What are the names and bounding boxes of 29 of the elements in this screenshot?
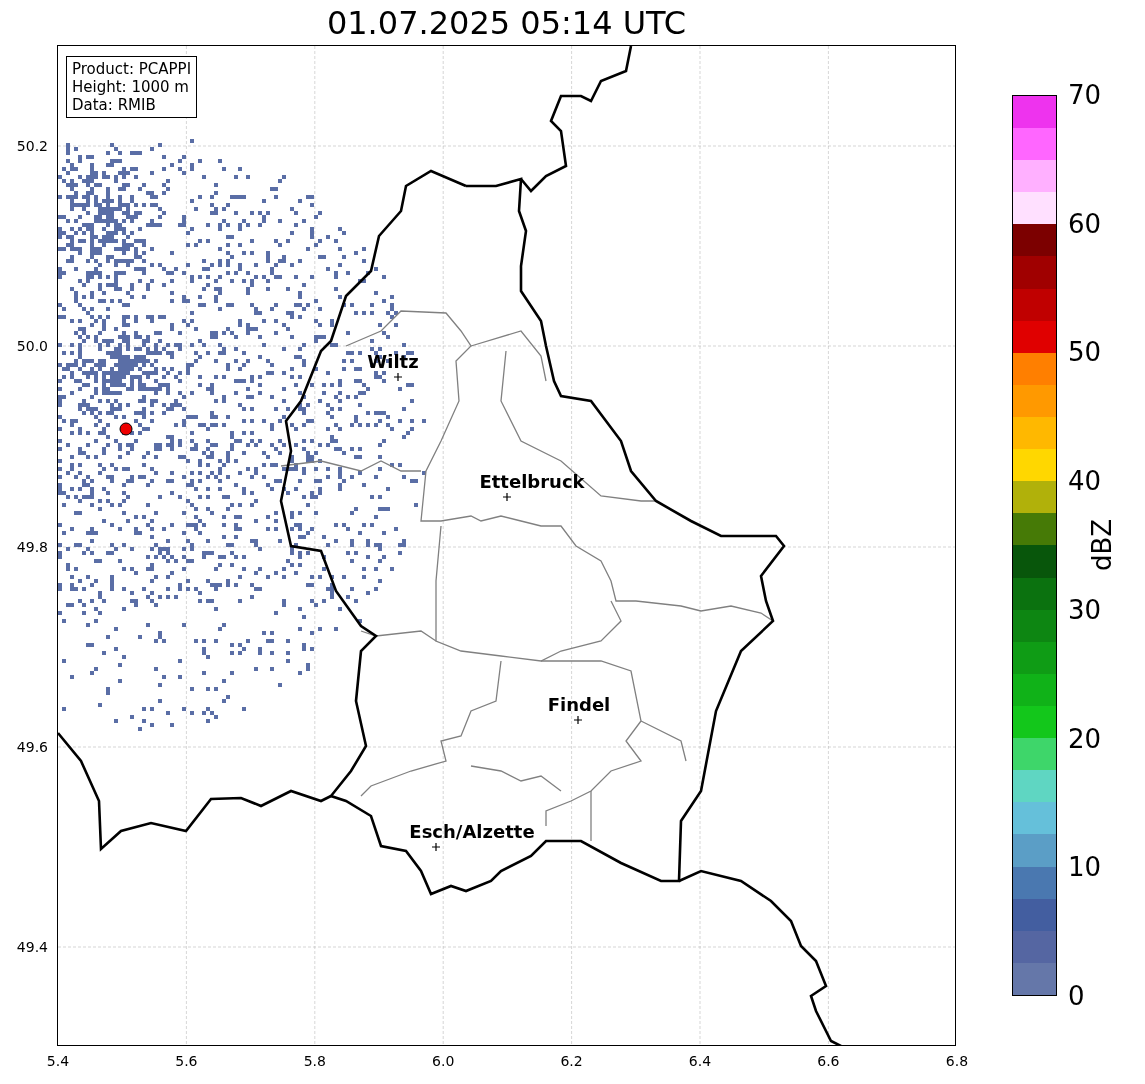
colorbar-tick-label: 60 (1068, 210, 1102, 237)
colorbar-tick-label: 70 (1068, 82, 1102, 108)
x-tick-label: 5.6 (175, 1053, 198, 1069)
y-tick-label: 50.0 (16, 338, 48, 354)
colorbar-label: dBZ (1087, 518, 1117, 572)
x-tick-label: 6.0 (432, 1053, 455, 1069)
colorbar-tick-label: 20 (1068, 725, 1102, 752)
x-tick-label: 6.6 (817, 1053, 840, 1069)
chart-title: 01.07.2025 05:14 UTC (326, 6, 687, 39)
x-tick-label: 5.8 (303, 1053, 326, 1069)
colorbar-tick-label: 30 (1068, 596, 1102, 623)
x-tick-label: 6.8 (945, 1053, 969, 1069)
colorbar-tick-label: 10 (1068, 854, 1102, 881)
y-tick-label: 49.6 (16, 739, 48, 755)
y-tick-label: 49.8 (16, 539, 48, 555)
colorbar-tick-label: 50 (1068, 339, 1102, 366)
colorbar-tick-label: 40 (1068, 468, 1102, 495)
info-line: Product: PCAPPI (72, 60, 192, 78)
x-tick-label: 6.2 (560, 1053, 583, 1069)
x-tick-label: 6.4 (688, 1053, 712, 1069)
city-label: Esch/Alzette (409, 820, 535, 842)
colorbar-tick-label: 0 (1068, 983, 1085, 1009)
y-tick-label: 50.2 (16, 138, 48, 154)
info-line: Height: 1000 m (72, 78, 190, 96)
y-tick-label: 49.4 (16, 939, 48, 955)
info-line: Data: RMIB (72, 96, 157, 114)
city-label: Ettelbruck (479, 470, 585, 492)
x-tick-label: 5.4 (46, 1053, 70, 1069)
city-label: Findel (547, 693, 611, 715)
